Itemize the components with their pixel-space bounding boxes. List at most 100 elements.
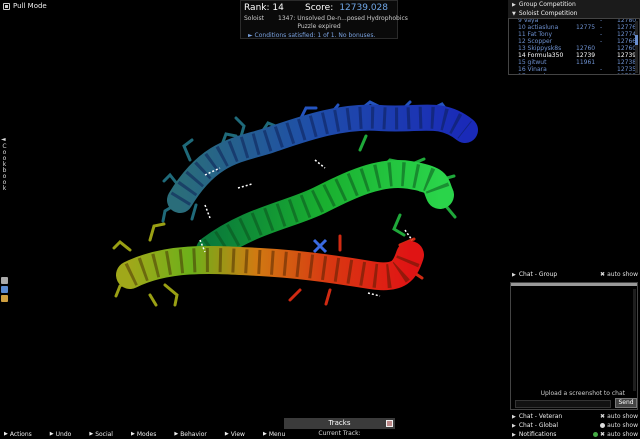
cookbook-tab[interactable]: ◄ Cookbook bbox=[1, 136, 9, 193]
separator: - bbox=[600, 66, 603, 73]
solo-score: 12776 bbox=[617, 24, 637, 31]
menu-label: Social bbox=[95, 430, 113, 438]
menu-behavior[interactable]: ▶ Behavior bbox=[170, 431, 207, 438]
chat-scrollbar[interactable] bbox=[633, 289, 636, 391]
send-button[interactable]: Send bbox=[615, 398, 637, 408]
menu-label: Undo bbox=[55, 430, 72, 438]
solo-score: 12760 bbox=[617, 45, 637, 52]
group-competition-header[interactable]: ▶ Group Competition bbox=[508, 0, 640, 9]
expand-triangle-icon: ▶ bbox=[512, 271, 516, 278]
tracks-close-icon[interactable] bbox=[386, 420, 393, 427]
group-competition-label: Group Competition bbox=[518, 1, 576, 8]
leaderboard-row[interactable]: 11 Fat Tony - 12774 bbox=[518, 31, 636, 38]
current-track-label: Current Track: bbox=[318, 430, 361, 437]
menu-label: Modes bbox=[136, 430, 157, 438]
leaderboard-row[interactable]: 13 Skippysk8s 12760 12760 bbox=[518, 45, 636, 52]
leaderboard-row[interactable]: 16 Vinara - 12735 bbox=[518, 66, 636, 73]
soloist-leaderboard[interactable]: 9 Vaya -12780 10 actiasluna 12775-12776 11 F… bbox=[508, 18, 640, 75]
chat-group-autoshow[interactable]: ✖ auto show bbox=[600, 271, 638, 278]
pull-mode-indicator[interactable]: Pull Mode bbox=[3, 2, 47, 10]
leaderboard-row[interactable]: 15 gitwut 11961 12738 bbox=[518, 59, 636, 66]
cookbook-arrow-icon: ◄ bbox=[1, 136, 6, 143]
notes-icon[interactable] bbox=[1, 295, 8, 302]
menu-label: Behavior bbox=[180, 430, 207, 438]
puzzle-title: 1347: Unsolved De-n...posed Hydrophobics bbox=[278, 15, 408, 22]
chat-veteran-label: Chat - Veteran bbox=[518, 413, 563, 420]
menu-actions[interactable]: ▶ Actions bbox=[0, 431, 32, 438]
expand-triangle-icon: ▶ bbox=[512, 413, 516, 420]
leaderboard-row[interactable]: 10 actiasluna 12775- 12776 bbox=[518, 24, 636, 31]
expand-triangle-icon: ▶ bbox=[512, 431, 516, 438]
player-name: 14 Formula350 bbox=[518, 52, 564, 59]
rank-text: Rank: 14 bbox=[244, 3, 284, 13]
menu-menu[interactable]: ▶ Menu bbox=[259, 431, 285, 438]
leaderboard-scrollbar[interactable] bbox=[635, 21, 638, 73]
x-icon: ✖ bbox=[600, 431, 606, 438]
chat-global-header[interactable]: ▶ Chat - Global auto show bbox=[508, 421, 640, 430]
expand-triangle-icon: ▶ bbox=[89, 431, 94, 437]
menu-label: View bbox=[230, 430, 245, 438]
menu-modes[interactable]: ▶ Modes bbox=[127, 431, 156, 438]
score-value: 12739.028 bbox=[339, 3, 388, 13]
chat-global-autoshow[interactable]: auto show bbox=[600, 422, 638, 429]
solo-score: 12738 bbox=[617, 59, 637, 66]
notifications-header[interactable]: ▶ Notifications ✖ auto show bbox=[508, 430, 640, 439]
leaderboard-row[interactable]: 17 pvwob - 12735 bbox=[518, 73, 636, 74]
chat-global-label: Chat - Global bbox=[518, 422, 558, 429]
score-panel: Rank: 14 Score: 12739.028 Soloist 1347: … bbox=[240, 0, 408, 39]
conditions-toggle[interactable]: ► Conditions satisfied: 1 of 1. No bonus… bbox=[248, 32, 375, 39]
tracks-title[interactable]: Tracks bbox=[284, 418, 395, 429]
clash-marker bbox=[312, 238, 328, 254]
separator: - bbox=[600, 24, 603, 31]
cookbook-label: Cookbook bbox=[1, 143, 8, 191]
menu-view[interactable]: ▶ View bbox=[221, 431, 245, 438]
expand-triangle-icon: ▶ bbox=[512, 422, 516, 429]
bottom-menu-bar: ▶ Actions ▶ Undo ▶ Social ▶ Modes ▶ Behavior ▶ View… bbox=[0, 429, 285, 439]
expand-triangle-icon: ▶ bbox=[4, 431, 8, 437]
upload-screenshot-link[interactable]: Upload a screenshot to chat bbox=[541, 390, 625, 397]
conditions-text: Conditions satisfied: 1 of 1. No bonuses… bbox=[254, 32, 376, 39]
menu-undo[interactable]: ▶ Undo bbox=[46, 431, 72, 438]
screenshot-icon[interactable] bbox=[1, 286, 8, 293]
leaderboard-scroll-thumb[interactable] bbox=[635, 35, 638, 45]
solo-score: 12735 bbox=[617, 66, 637, 73]
expand-triangle-icon: ▶ bbox=[174, 431, 179, 437]
chat-group-label: Chat - Group bbox=[518, 271, 558, 278]
expand-triangle-icon: ▶ bbox=[224, 431, 229, 437]
chat-input[interactable] bbox=[515, 400, 611, 408]
chat-resize-bar[interactable] bbox=[511, 283, 637, 286]
soloist-competition-header[interactable]: ▼ Soloist Competition bbox=[508, 9, 640, 18]
helix-bottom[interactable] bbox=[116, 241, 424, 291]
player-name: 17 pvwob bbox=[518, 73, 547, 74]
separator: - bbox=[600, 73, 602, 74]
radio-dot-icon bbox=[593, 432, 599, 437]
chat-veteran-autoshow[interactable]: ✖ auto show bbox=[600, 413, 638, 420]
player-name: 12 Scopper bbox=[518, 38, 553, 45]
leaderboard-row[interactable]: 14 Formula350 12739 12739 bbox=[518, 52, 636, 59]
group-score: 12775 bbox=[576, 24, 596, 31]
x-icon: ✖ bbox=[600, 413, 606, 420]
leaderboard-row[interactable]: 12 Scopper - 12766 bbox=[518, 38, 636, 45]
right-panel: ▶ Group Competition ▼ Soloist Competitio… bbox=[508, 0, 640, 439]
radio-dot-icon bbox=[600, 423, 606, 428]
notifications-label: Notifications bbox=[518, 431, 557, 438]
expand-triangle-icon: ▶ bbox=[262, 431, 267, 437]
expand-triangle-icon: ▶ bbox=[512, 1, 516, 8]
separator: - bbox=[600, 38, 603, 45]
chat-box: Upload a screenshot to chat Send bbox=[510, 282, 638, 410]
group-score: 11961 bbox=[576, 59, 596, 66]
soloist-competition-label: Soloist Competition bbox=[518, 10, 578, 17]
role-label: Soloist bbox=[244, 15, 264, 22]
player-name: 11 Fat Tony bbox=[518, 31, 553, 38]
player-name: 13 Skippysk8s bbox=[518, 45, 562, 52]
menu-social[interactable]: ▶ Social bbox=[85, 431, 113, 438]
chat-group-header[interactable]: ▶ Chat - Group ✖ auto show bbox=[508, 270, 640, 279]
gear-small-icon[interactable] bbox=[1, 277, 8, 284]
notifications-autoshow[interactable]: ✖ auto show bbox=[593, 431, 638, 438]
chat-veteran-header[interactable]: ▶ Chat - Veteran ✖ auto show bbox=[508, 412, 640, 421]
separator: - bbox=[600, 31, 603, 38]
pull-mode-label: Pull Mode bbox=[13, 2, 47, 10]
menu-label: Actions bbox=[9, 430, 32, 438]
menu-label: Menu bbox=[268, 430, 286, 438]
score-label: Score: bbox=[305, 3, 334, 13]
